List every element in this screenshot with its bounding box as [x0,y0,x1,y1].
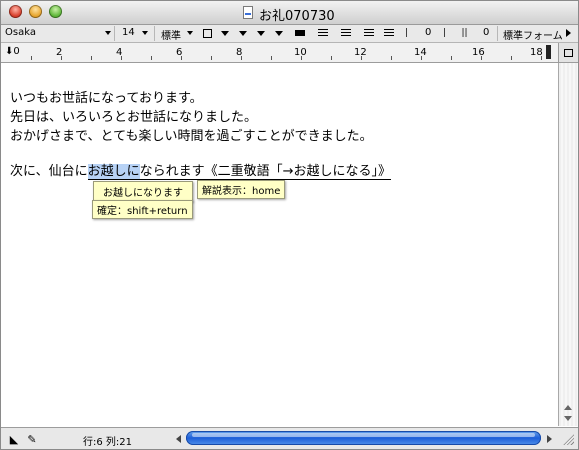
box-icon [203,28,212,38]
triangle-down-icon [256,30,265,36]
align-justify-icon [383,29,394,37]
selected-text[interactable]: お越しに [87,164,140,180]
box-icon [564,48,573,57]
vertical-scrollbar[interactable] [558,63,578,426]
ruler-tick [511,56,512,60]
toolbar-divider [497,26,498,41]
style-select[interactable]: 標準 [161,27,181,42]
ruler-tick [61,56,62,60]
align-right-button[interactable] [338,26,353,40]
stepper-icon[interactable]: | [437,26,452,40]
minimize-window-button[interactable] [29,5,42,18]
ruler-tick [151,56,152,60]
status-bar: ◣ ✎ 行:6 列:21 [1,427,578,449]
ruler-tick [481,56,482,60]
triangle-down-icon [274,30,283,36]
text-line: 次に、仙台にお越しになられます《二重敬語「→お越しになる」》 [10,160,392,180]
ruler-tick [181,56,182,60]
mode-icon[interactable]: ◣ [7,432,21,446]
ruler-toggle-button[interactable] [558,43,578,62]
document-proxy-icon[interactable] [243,6,253,19]
pause-icon[interactable]: || [457,26,472,40]
close-window-button[interactable] [9,5,22,18]
explain-tooltip: 解説表示：home [197,180,286,199]
zoom-window-button[interactable] [49,5,62,18]
editor-window: お礼070730 Osaka 14 標準 | 0 | || 0 標準フォーム ⬇… [0,0,579,450]
ruler-tick [91,56,92,60]
confirm-tooltip: 確定：shift+return [92,200,193,219]
paragraph-icon [294,30,305,36]
scroll-up-icon[interactable] [564,405,572,410]
chevron-down-icon [142,31,148,35]
scroll-right-icon[interactable] [547,435,552,443]
chevron-down-icon [187,31,193,35]
ruler-tick [31,56,32,60]
font-name-select[interactable]: Osaka [5,27,36,38]
scroll-down-icon[interactable] [564,416,572,421]
align-center-icon [363,29,374,37]
text-color-button[interactable] [217,26,232,40]
pen-icon[interactable]: ✎ [25,432,39,446]
text-editor-area[interactable]: いつもお世話になっております。 先日は、いろいろとお世話になりました。 おかげさ… [1,63,558,426]
right-margin-marker-icon[interactable] [546,45,551,59]
ruler-tick [451,56,452,60]
text-line: おかげさまで、とても楽しい時間を過ごすことができました。 [10,129,373,144]
ruler-tick [211,56,212,60]
window-title: お礼070730 [259,9,335,24]
cursor-position: 行:6 列:21 [83,437,133,448]
underline-style-button[interactable] [253,26,268,40]
triangle-right-icon [566,29,571,37]
ruler-tick [391,56,392,60]
toolbar-divider [114,26,115,41]
font-size-select[interactable]: 14 [122,27,135,38]
text-line: いつもお世話になっております。 [10,91,203,106]
ruler-tick [421,56,422,60]
scroll-left-icon[interactable] [176,435,181,443]
ruler[interactable]: ⬇0 2 4 6 8 10 12 14 16 18 [1,43,578,63]
ruler-tick-label: 16 [472,47,485,58]
spacing-field-1[interactable]: 0 [425,27,431,38]
triangle-down-icon [220,30,229,36]
align-left-icon [317,29,328,37]
ruler-tick [541,56,542,60]
highlight-button[interactable] [235,26,250,40]
spacing-field-2[interactable]: 0 [483,27,489,38]
align-center-button[interactable] [361,26,376,40]
ruler-tick [301,56,302,60]
suggestion-popup[interactable]: お越しになります [93,181,193,202]
ruler-tick [361,56,362,60]
text-line: 先日は、いろいろとお世話になりました。 [10,110,258,125]
text-box-button[interactable] [200,26,215,40]
line-spacing-button[interactable]: | [399,26,414,40]
align-justify-button[interactable] [381,26,396,40]
title-bar: お礼070730 [1,1,578,25]
align-left-button[interactable] [315,26,330,40]
chevron-down-icon [105,31,111,35]
text-segment: 次に、仙台に [10,164,88,179]
border-style-button[interactable] [271,26,286,40]
toolbar-divider [154,26,155,41]
resize-grip-icon[interactable] [562,433,574,445]
paragraph-style-button[interactable] [292,26,307,40]
format-select[interactable]: 標準フォーム [503,27,563,42]
triangle-down-icon [238,30,247,36]
ruler-tick [331,56,332,60]
flagged-text[interactable]: なられます《二重敬語「→お越しになる」》 [139,164,392,180]
scroll-right-icon[interactable] [561,26,576,40]
format-toolbar: Osaka 14 標準 | 0 | || 0 標準フォーム [1,25,578,43]
ruler-tick [121,56,122,60]
align-right-icon [340,29,351,37]
ruler-tick [241,56,242,60]
indent-marker-icon[interactable]: ⬇0 [5,46,20,57]
horizontal-scroll-thumb[interactable] [186,431,541,445]
ruler-tick [271,56,272,60]
bar-icon: | [404,28,409,38]
